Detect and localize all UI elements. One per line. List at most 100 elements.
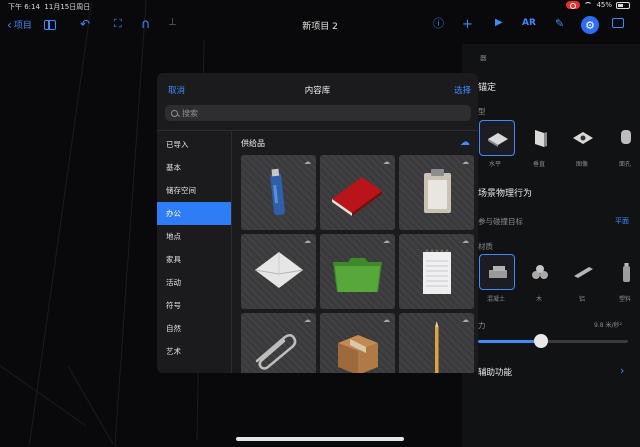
category-item[interactable]: 活动 bbox=[157, 271, 231, 294]
library-item-pencil[interactable]: ☁ bbox=[399, 313, 474, 373]
content-library-modal: 取消 内容库 选择 已导入 基本 储存空间 办公 地点 家具 活动 符号 自然 … bbox=[157, 73, 478, 373]
anchor-image-caption: 图像 bbox=[576, 161, 589, 168]
material-wood-caption: 木 bbox=[536, 296, 543, 303]
anchor-horizontal-caption: 水平 bbox=[489, 161, 502, 168]
library-content: 供给品 ☁ ☁ ☁ ☁ ☁ ☁ ☁ ☁ ☁ ☁ bbox=[233, 131, 478, 373]
gravity-label: 力 bbox=[478, 321, 486, 330]
select-button[interactable]: 选择 bbox=[454, 84, 471, 96]
anchor-face-caption: 面孔 bbox=[619, 161, 632, 168]
usb-drive-icon bbox=[270, 168, 285, 216]
category-item[interactable]: 自然 bbox=[157, 317, 231, 340]
library-item-red-book[interactable]: ☁ bbox=[320, 155, 395, 230]
gravity-slider-fill bbox=[478, 340, 541, 343]
category-item[interactable]: 已导入 bbox=[157, 133, 231, 156]
status-right: 45% bbox=[566, 1, 630, 9]
pencil-icon bbox=[435, 321, 439, 373]
library-header: 取消 内容库 选择 bbox=[157, 73, 478, 103]
anchor-face-tile[interactable] bbox=[608, 120, 640, 156]
category-item-active[interactable]: 办公 bbox=[157, 202, 231, 225]
anchor-section-title: 锚定 bbox=[478, 83, 497, 93]
type-label: 型 bbox=[478, 107, 486, 116]
status-bar: 下午 6:14 11月15日周日 45% bbox=[0, 0, 640, 12]
library-item-notepad[interactable]: ☁ bbox=[399, 234, 474, 309]
anchor-image-tile[interactable] bbox=[565, 120, 601, 156]
battery-percent: 45% bbox=[596, 1, 612, 9]
material-plastic-caption: 塑料 bbox=[619, 296, 632, 303]
gravity-slider-track bbox=[541, 340, 628, 343]
play-icon: ▶ bbox=[495, 17, 503, 28]
inspector-panel: 器 锚定 型 水平 垂直 图像 面孔 场景物理行为 参与碰撞目标 平面 材质 混… bbox=[462, 44, 640, 447]
screen-record-icon bbox=[566, 1, 581, 9]
red-book-icon bbox=[332, 177, 382, 216]
add-button[interactable]: + bbox=[462, 18, 473, 31]
accessibility-section[interactable]: 辅助功能 bbox=[478, 366, 512, 378]
library-item-paperclip[interactable]: ☁ bbox=[241, 313, 316, 373]
paperclip-icon bbox=[255, 334, 297, 370]
material-wood-tile[interactable] bbox=[522, 254, 558, 290]
library-item-envelope[interactable]: ☁ bbox=[241, 234, 316, 309]
category-item[interactable]: 符号 bbox=[157, 294, 231, 317]
document-title: 新项目 2 bbox=[302, 22, 338, 32]
horizontal-plane-icon bbox=[488, 133, 508, 147]
notepad-icon bbox=[423, 249, 451, 294]
cloud-download-icon[interactable]: ☁ bbox=[460, 137, 470, 148]
library-item-cardboard-box[interactable]: ☁ bbox=[320, 313, 395, 373]
category-item[interactable]: 储存空间 bbox=[157, 179, 231, 202]
category-sidebar: 已导入 基本 储存空间 办公 地点 家具 活动 符号 自然 艺术 bbox=[157, 131, 232, 373]
anchor-vertical-caption: 垂直 bbox=[533, 161, 546, 168]
participates-value[interactable]: 平面 bbox=[615, 216, 629, 226]
pencil-edit-icon: ✎ bbox=[555, 17, 565, 30]
envelope-icon bbox=[254, 252, 304, 288]
home-indicator[interactable] bbox=[236, 437, 404, 441]
search-field[interactable] bbox=[165, 105, 471, 121]
status-date: 11月15日周日 bbox=[44, 3, 91, 11]
material-concrete-tile[interactable] bbox=[479, 254, 515, 290]
info-icon: ⓘ bbox=[433, 17, 444, 30]
category-item[interactable]: 家具 bbox=[157, 248, 231, 271]
ar-label: AR bbox=[522, 18, 536, 28]
section-title: 供给品 bbox=[241, 139, 265, 148]
aluminum-bar-icon bbox=[574, 267, 593, 278]
category-item[interactable]: 地点 bbox=[157, 225, 231, 248]
clipboard-icon bbox=[424, 169, 451, 213]
anchor-horizontal-tile[interactable] bbox=[479, 120, 515, 156]
edit-button[interactable]: ✎ bbox=[555, 18, 564, 29]
material-aluminum-caption: 铝 bbox=[579, 296, 586, 303]
participates-label: 参与碰撞目标 bbox=[478, 217, 523, 226]
material-plastic-tile[interactable] bbox=[608, 254, 640, 290]
image-anchor-icon bbox=[573, 132, 593, 144]
vertical-plane-icon bbox=[535, 130, 547, 147]
inspector-icon bbox=[612, 18, 624, 28]
search-input[interactable] bbox=[182, 108, 471, 118]
gravity-slider-knob[interactable] bbox=[534, 334, 548, 348]
settings-button[interactable]: ⚙ bbox=[581, 16, 599, 34]
gear-icon: ⚙ bbox=[581, 16, 599, 34]
physics-section-title: 场景物理行为 bbox=[478, 189, 533, 199]
material-concrete-caption: 混凝土 bbox=[487, 296, 506, 303]
wifi-icon bbox=[584, 2, 593, 8]
face-anchor-icon bbox=[621, 130, 631, 144]
plus-icon: + bbox=[462, 17, 473, 32]
cardboard-box-icon bbox=[338, 335, 378, 373]
status-time-date: 下午 6:14 11月15日周日 bbox=[8, 2, 90, 12]
wood-logs-icon bbox=[532, 265, 548, 279]
library-item-clipboard[interactable]: ☁ bbox=[399, 155, 474, 230]
chevron-right-icon: › bbox=[620, 364, 625, 377]
plastic-bottle-icon bbox=[623, 263, 630, 282]
library-title: 内容库 bbox=[304, 86, 331, 96]
play-button[interactable]: ▶ bbox=[495, 18, 503, 28]
category-item[interactable]: 艺术 bbox=[157, 340, 231, 363]
material-label: 材质 bbox=[478, 242, 493, 251]
library-item-green-folder[interactable]: ☁ bbox=[320, 234, 395, 309]
info-button[interactable]: ⓘ bbox=[433, 18, 444, 29]
ar-button[interactable]: AR bbox=[522, 18, 536, 28]
category-item[interactable]: 基本 bbox=[157, 156, 231, 179]
material-aluminum-tile[interactable] bbox=[565, 254, 601, 290]
library-item-usb-drive[interactable]: ☁ bbox=[241, 155, 316, 230]
inspector-toggle-button[interactable] bbox=[612, 18, 624, 28]
battery-icon bbox=[616, 1, 630, 9]
status-time: 下午 6:14 bbox=[8, 3, 40, 11]
inspector-header: 器 bbox=[480, 54, 487, 62]
anchor-vertical-tile[interactable] bbox=[522, 120, 558, 156]
concrete-blocks-icon bbox=[489, 266, 507, 278]
